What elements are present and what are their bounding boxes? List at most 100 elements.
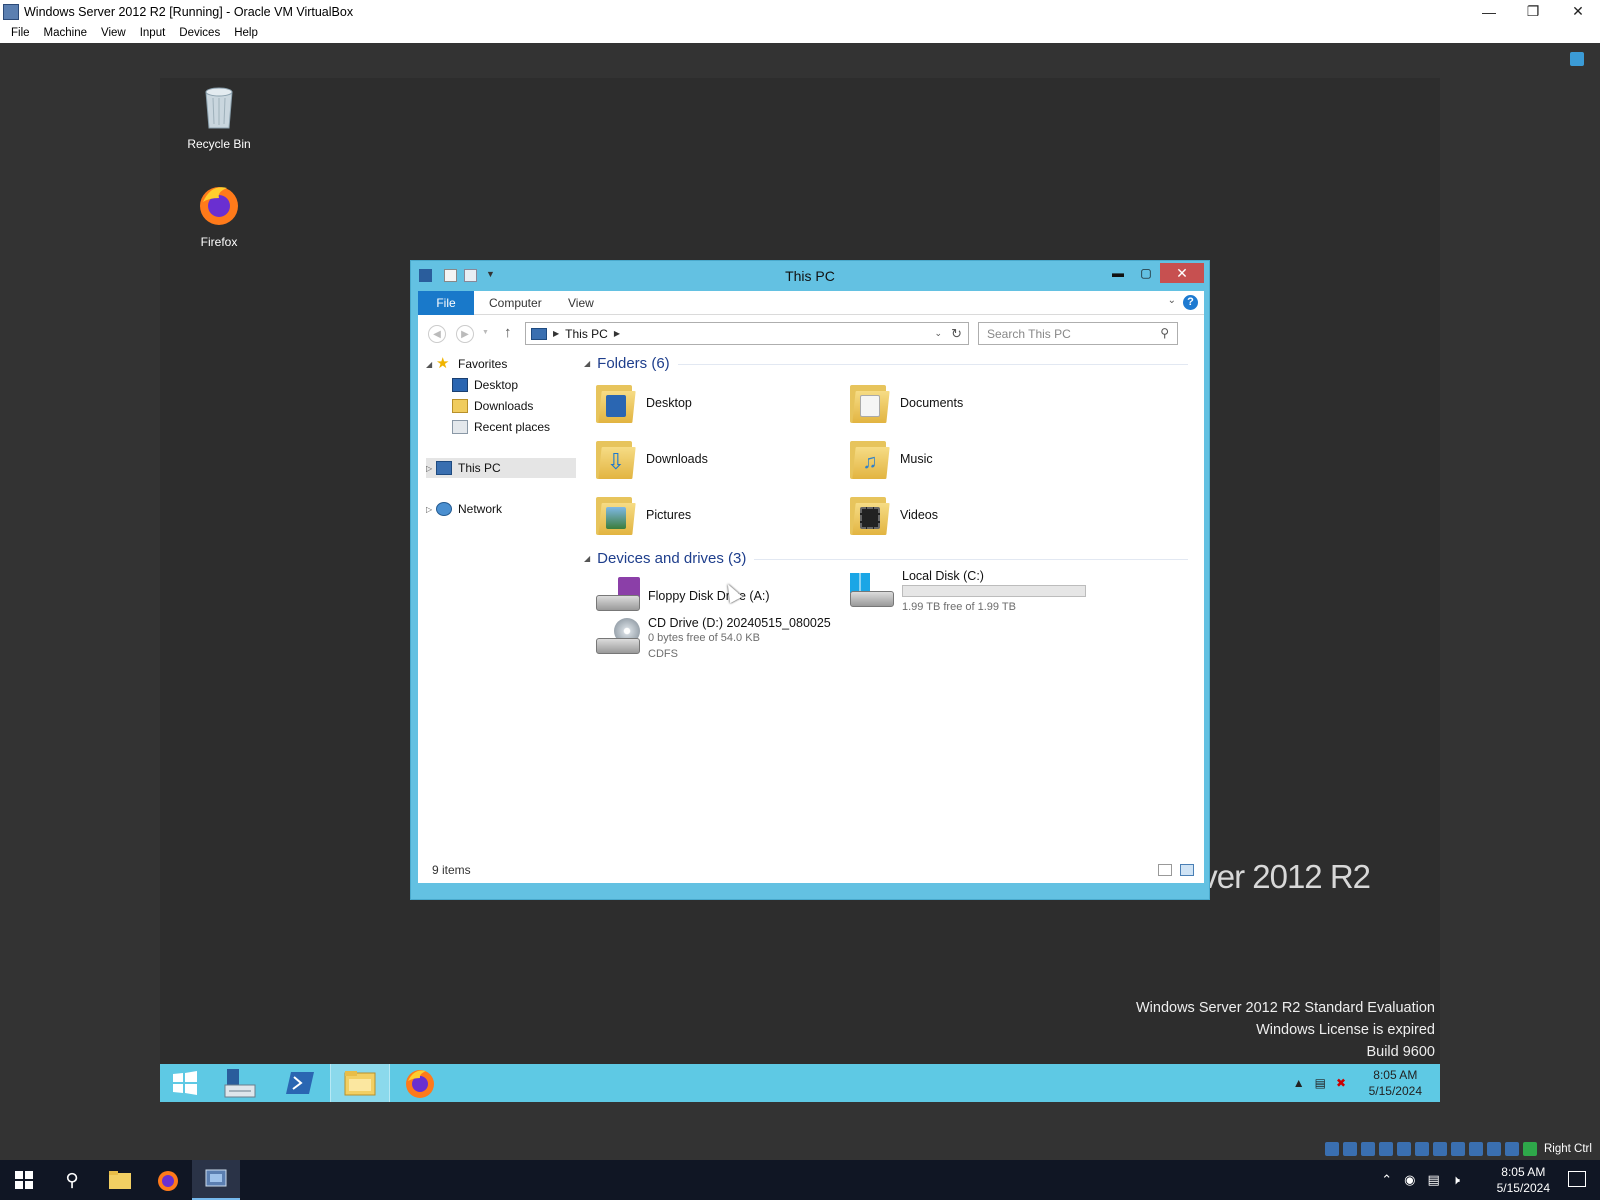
menu-machine[interactable]: Machine xyxy=(37,27,94,39)
explorer-title-bar[interactable]: ▼ This PC ▬ ▢ ✕ xyxy=(411,261,1209,291)
tray-network-icon[interactable]: ▤ xyxy=(1315,1076,1326,1090)
tray-network-icon[interactable]: ▤ xyxy=(1428,1172,1440,1188)
desktop-recycle-bin[interactable]: Recycle Bin xyxy=(174,84,264,151)
address-dropdown-icon[interactable]: ⌄ xyxy=(934,328,942,339)
refresh-icon[interactable]: ↻ xyxy=(951,326,962,342)
nav-desktop[interactable]: Desktop xyxy=(452,375,518,395)
details-view-icon[interactable] xyxy=(1158,864,1172,876)
action-center-icon[interactable] xyxy=(1568,1171,1586,1187)
host-minimize-button[interactable]: — xyxy=(1467,0,1511,23)
folders-group-header[interactable]: ◢ Folders (6) xyxy=(584,355,1188,372)
breadcrumb-this-pc[interactable]: This PC xyxy=(565,327,608,341)
expand-arrow-icon[interactable]: ▷ xyxy=(426,464,436,473)
breadcrumb-arrow-icon[interactable]: ▶ xyxy=(614,329,620,338)
drive-cd-d[interactable]: CD Drive (D:) 20240515_080025 0 bytes fr… xyxy=(594,616,831,662)
mouse-integration-status-icon[interactable] xyxy=(1505,1142,1519,1156)
optical-drive-status-icon[interactable] xyxy=(1343,1142,1357,1156)
collapse-arrow-icon[interactable]: ◢ xyxy=(584,554,590,563)
explorer-maximize-button[interactable]: ▢ xyxy=(1132,263,1160,283)
display-status-icon[interactable] xyxy=(1451,1142,1465,1156)
search-icon[interactable]: ⚲ xyxy=(1160,326,1169,340)
host-search-button[interactable]: ⚲ xyxy=(48,1160,96,1200)
usb-status-icon[interactable] xyxy=(1415,1142,1429,1156)
nav-this-pc[interactable]: ▷ This PC xyxy=(426,458,576,478)
nav-this-pc-label: This PC xyxy=(458,461,501,475)
host-clock[interactable]: 8:05 AM 5/15/2024 xyxy=(1497,1164,1550,1196)
notification-icon[interactable] xyxy=(1570,52,1584,66)
tab-view[interactable]: View xyxy=(568,296,594,310)
hard-disk-status-icon[interactable] xyxy=(1325,1142,1339,1156)
guest-firefox[interactable] xyxy=(390,1064,450,1102)
back-button[interactable]: ◀ xyxy=(428,325,446,343)
devices-group-header[interactable]: ◢ Devices and drives (3) xyxy=(584,550,1188,567)
explorer-close-button[interactable]: ✕ xyxy=(1160,263,1204,283)
tray-chevron-up-icon[interactable]: ▲ xyxy=(1293,1076,1305,1090)
desktop-firefox[interactable]: Firefox xyxy=(174,182,264,249)
collapse-arrow-icon[interactable]: ◢ xyxy=(584,359,590,368)
explorer-minimize-button[interactable]: ▬ xyxy=(1104,263,1132,283)
recent-locations-chevron-icon[interactable]: ▼ xyxy=(482,329,489,336)
breadcrumb-arrow-icon[interactable]: ▶ xyxy=(553,329,559,338)
host-virtualbox-vm[interactable] xyxy=(192,1160,240,1200)
guest-powershell[interactable] xyxy=(270,1064,330,1102)
host-close-button[interactable]: ✕ xyxy=(1556,0,1600,23)
shared-folders-status-icon[interactable] xyxy=(1433,1142,1447,1156)
host-restore-button[interactable]: ❐ xyxy=(1511,0,1555,23)
menu-input[interactable]: Input xyxy=(133,27,173,39)
folder-pictures[interactable]: Pictures xyxy=(594,493,691,537)
tray-chevron-up-icon[interactable]: ⌃ xyxy=(1381,1172,1392,1188)
search-input[interactable] xyxy=(987,326,1152,341)
menu-view[interactable]: View xyxy=(94,27,133,39)
cpu-status-icon[interactable] xyxy=(1487,1142,1501,1156)
folder-documents[interactable]: Documents xyxy=(848,381,963,425)
menu-devices[interactable]: Devices xyxy=(172,27,227,39)
host-start-button[interactable] xyxy=(0,1160,48,1200)
guest-clock[interactable]: 8:05 AM 5/15/2024 xyxy=(1369,1067,1422,1099)
floppy-status-icon[interactable] xyxy=(1361,1142,1375,1156)
nav-recent-places[interactable]: Recent places xyxy=(452,417,550,437)
nav-network-label: Network xyxy=(458,502,503,516)
large-icons-view-icon[interactable] xyxy=(1180,864,1194,876)
expand-ribbon-chevron-icon[interactable]: ⌄ xyxy=(1168,295,1176,306)
tab-file[interactable]: File xyxy=(418,291,474,315)
explorer-window: ▼ This PC ▬ ▢ ✕ File Computer View ⌄ ? ◀… xyxy=(410,260,1210,900)
host-taskbar: ⚲ ⌃ ◉ ▤ 🕨 8:05 AM 5/15/2024 xyxy=(0,1160,1600,1200)
folder-videos[interactable]: Videos xyxy=(848,493,938,537)
folder-desktop[interactable]: Desktop xyxy=(594,381,692,425)
network-status-icon[interactable] xyxy=(1397,1142,1411,1156)
guest-start-button[interactable] xyxy=(160,1064,210,1102)
host-firefox[interactable] xyxy=(144,1160,192,1200)
drive-local-c[interactable]: Local Disk (C:) 1.99 TB free of 1.99 TB xyxy=(848,569,1086,615)
recording-status-icon[interactable] xyxy=(1469,1142,1483,1156)
collapse-arrow-icon[interactable]: ◢ xyxy=(426,360,436,369)
cd-drive-icon xyxy=(594,618,642,660)
menu-file[interactable]: File xyxy=(4,27,37,39)
tray-volume-muted-icon[interactable]: 🕨 xyxy=(1452,1172,1460,1188)
keyboard-status-icon[interactable] xyxy=(1523,1142,1537,1156)
tray-camera-icon[interactable]: ◉ xyxy=(1404,1172,1415,1188)
item-count: 9 items xyxy=(432,863,471,877)
tab-computer[interactable]: Computer xyxy=(489,296,542,310)
search-box[interactable]: ⚲ xyxy=(978,322,1178,345)
host-file-explorer[interactable] xyxy=(96,1160,144,1200)
pictures-folder-icon xyxy=(594,493,636,537)
folder-music[interactable]: ♫ Music xyxy=(848,437,933,481)
up-arrow-icon[interactable]: ↑ xyxy=(504,324,512,341)
drive-floppy[interactable]: Floppy Disk Drive (A:) xyxy=(594,575,770,617)
expand-arrow-icon[interactable]: ▷ xyxy=(426,505,436,514)
menu-help[interactable]: Help xyxy=(227,27,265,39)
help-icon[interactable]: ? xyxy=(1183,295,1198,310)
audio-status-icon[interactable] xyxy=(1379,1142,1393,1156)
nav-downloads[interactable]: Downloads xyxy=(452,396,533,416)
downloads-icon xyxy=(452,399,468,413)
nav-network[interactable]: ▷ Network xyxy=(426,499,502,519)
folder-downloads[interactable]: ⇩ Downloads xyxy=(594,437,708,481)
guest-server-manager[interactable] xyxy=(210,1064,270,1102)
forward-button[interactable]: ▶ xyxy=(456,325,474,343)
firefox-label: Firefox xyxy=(200,235,238,249)
windows-logo-icon xyxy=(173,1071,197,1095)
guest-file-explorer[interactable] xyxy=(330,1064,390,1102)
tray-volume-muted-icon[interactable]: ✖ xyxy=(1336,1076,1346,1090)
address-bar[interactable]: ▶ This PC ▶ ⌄ ↻ xyxy=(525,322,969,345)
nav-favorites[interactable]: ◢ ★ Favorites xyxy=(426,354,507,374)
